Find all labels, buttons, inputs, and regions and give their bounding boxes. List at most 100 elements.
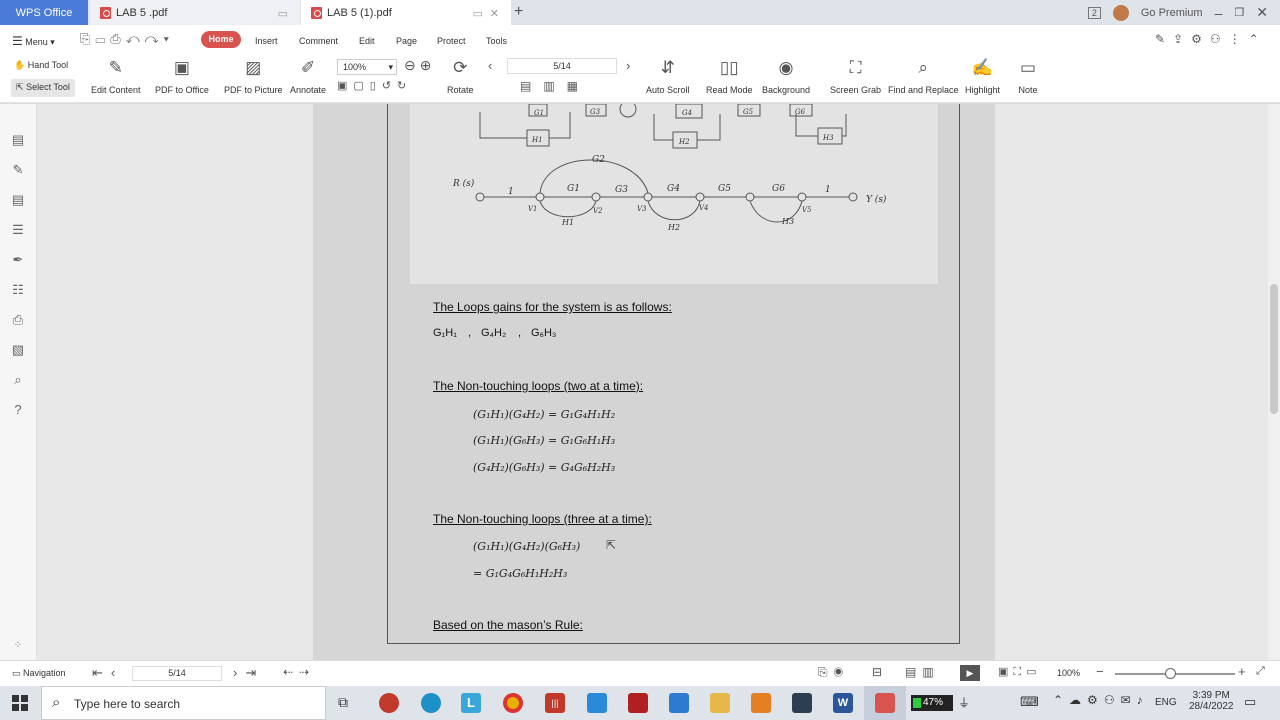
hand-tool-button[interactable]: ✋ Hand Tool bbox=[14, 60, 68, 71]
clock[interactable]: 3:39 PM 28/4/2022 bbox=[1189, 690, 1234, 712]
tab-lab5[interactable]: LAB 5 .pdf ▭ bbox=[90, 0, 300, 25]
page-input[interactable]: 5/14 bbox=[507, 58, 617, 74]
sign-icon[interactable]: ✒ bbox=[10, 252, 26, 268]
opera-icon[interactable] bbox=[379, 693, 399, 713]
tab-tools[interactable]: Tools bbox=[486, 36, 507, 46]
vertical-scrollbar[interactable] bbox=[1268, 104, 1280, 660]
tab-edit[interactable]: Edit bbox=[359, 36, 375, 46]
status-zoom[interactable]: 100% bbox=[1057, 668, 1080, 678]
tray-icons[interactable]: ⌃☁⚙⚇✉♪ bbox=[1053, 693, 1149, 707]
pdf-to-office-icon: ▣ bbox=[173, 58, 190, 77]
quick-access-icons[interactable]: ⎘▭⎙↶↷▾ bbox=[80, 31, 174, 47]
document-icon[interactable]: ▤ bbox=[10, 192, 26, 208]
zoom-slider-thumb[interactable] bbox=[1165, 668, 1176, 679]
next-last-icons[interactable]: ›⇥ bbox=[233, 665, 264, 681]
tab-comment[interactable]: Comment bbox=[299, 36, 338, 46]
edit-icon[interactable]: ✎ bbox=[10, 162, 26, 178]
edit-content-button[interactable]: ✎ Edit Content bbox=[91, 57, 141, 95]
notification-icon[interactable]: ▭ bbox=[1244, 694, 1256, 710]
outline-icon[interactable]: ☷ bbox=[10, 282, 26, 298]
edge-icon[interactable] bbox=[421, 693, 441, 713]
tab-pin-icon[interactable]: ▭ bbox=[473, 7, 483, 20]
search-icon: ⌕ bbox=[52, 694, 61, 711]
tab-page[interactable]: Page bbox=[396, 36, 417, 46]
note-button[interactable]: ▭ Note bbox=[1017, 57, 1039, 95]
battery-indicator[interactable]: 47% bbox=[911, 695, 953, 711]
bookmark-icon[interactable]: ▤ bbox=[10, 132, 26, 148]
auto-scroll-button[interactable]: ⇵ Auto Scroll bbox=[646, 57, 690, 95]
keyboard-icon[interactable]: ⌨ bbox=[1020, 694, 1039, 710]
grid-icon[interactable]: ⁘ bbox=[10, 640, 26, 656]
tab-insert[interactable]: Insert bbox=[255, 36, 278, 46]
matlab-icon[interactable] bbox=[751, 693, 771, 713]
find-replace-button[interactable]: ⌕ Find and Replace bbox=[888, 57, 959, 95]
app-icon[interactable]: ||| bbox=[545, 693, 565, 713]
close-icon[interactable]: ✕ bbox=[490, 7, 499, 20]
store-icon[interactable] bbox=[587, 693, 607, 713]
zoom-in-icon[interactable]: + bbox=[1238, 664, 1246, 679]
window-count-badge[interactable]: 2 bbox=[1087, 6, 1101, 19]
layout-icons[interactable]: ▤▥ bbox=[905, 665, 940, 679]
annotate-button[interactable]: ✐ Annotate bbox=[290, 57, 326, 95]
language-indicator[interactable]: ENG bbox=[1155, 697, 1177, 708]
restore-icon[interactable]: ❐ bbox=[1234, 6, 1244, 19]
l-app-icon[interactable]: L bbox=[461, 693, 481, 713]
tab-pin-icon[interactable]: ▭ bbox=[278, 7, 288, 20]
windows-start-icon[interactable] bbox=[12, 695, 28, 711]
view-icons[interactable]: ▣▢▯↺↻ bbox=[337, 79, 412, 92]
list-icon[interactable]: ☰ bbox=[10, 222, 26, 238]
word-icon[interactable]: W bbox=[833, 693, 853, 713]
next-page-icon[interactable]: › bbox=[626, 58, 630, 73]
new-tab-button[interactable]: + bbox=[514, 3, 523, 21]
prev-page-icon[interactable]: ‹ bbox=[488, 58, 492, 73]
status-page-input[interactable]: 5/14 bbox=[132, 666, 222, 681]
folder-icon[interactable] bbox=[710, 693, 730, 713]
app-icon[interactable] bbox=[792, 693, 812, 713]
attachment-icon[interactable]: ▧ bbox=[10, 342, 26, 358]
zoom-icons[interactable]: ⊖⊕ bbox=[404, 57, 435, 74]
page-mode-icons[interactable]: ▤▥▦ bbox=[520, 79, 590, 93]
acrobat-icon[interactable] bbox=[628, 693, 648, 713]
find-icon[interactable]: ⌕ bbox=[10, 372, 26, 388]
tab-wps-office[interactable]: WPS Office bbox=[0, 0, 88, 25]
back-forward-icons[interactable]: ⇠⇢ bbox=[283, 665, 315, 679]
avatar[interactable] bbox=[1112, 4, 1129, 21]
minimize-icon[interactable]: – bbox=[1215, 5, 1223, 21]
fullscreen-icon[interactable]: ⤢ bbox=[1256, 665, 1265, 678]
share-icons[interactable]: ✎⇪⚙⚇⋮⌃ bbox=[1155, 32, 1267, 46]
close-window-icon[interactable]: ✕ bbox=[1256, 4, 1268, 21]
select-tool-button[interactable]: ⇱ Select Tool bbox=[11, 79, 75, 97]
play-icon[interactable]: ▶ bbox=[960, 665, 980, 681]
zoom-out-icon[interactable]: − bbox=[1096, 664, 1104, 679]
screen-grab-button[interactable]: ⛶ Screen Grab bbox=[830, 57, 881, 95]
g-label: G5 bbox=[718, 184, 731, 194]
chrome-icon[interactable] bbox=[503, 693, 523, 713]
edit-content-label: Edit Content bbox=[91, 85, 141, 95]
mail-icon[interactable] bbox=[669, 693, 689, 713]
highlight-icon: ✍ bbox=[971, 58, 994, 77]
help-icon[interactable]: ? bbox=[10, 402, 26, 418]
tab-lab5-copy[interactable]: LAB 5 (1).pdf ▭ ✕ bbox=[301, 0, 511, 25]
scroll-thumb[interactable] bbox=[1270, 284, 1278, 414]
taskbar-search[interactable]: ⌕ Type here to search bbox=[41, 686, 326, 720]
background-button[interactable]: ◉ Background bbox=[762, 57, 810, 95]
pdf-to-picture-button[interactable]: ▨ PDF to Picture bbox=[224, 57, 283, 95]
pdf-to-office-button[interactable]: ▣ PDF to Office bbox=[155, 57, 209, 95]
first-prev-icons[interactable]: ⇤‹ bbox=[92, 665, 123, 681]
fit-width-icon[interactable]: ⊟ bbox=[872, 665, 882, 679]
rotate-button[interactable]: ⟳ Rotate bbox=[447, 57, 474, 95]
tab-home[interactable]: Home bbox=[201, 31, 241, 48]
print-icon[interactable]: ⎙ bbox=[10, 312, 26, 328]
go-premium-button[interactable]: Go Premium bbox=[1141, 7, 1203, 19]
zoom-mode-icons[interactable]: ▣⛶▭ bbox=[998, 665, 1042, 679]
task-view-icon[interactable]: ⧉ bbox=[338, 694, 348, 711]
separator: , bbox=[518, 327, 522, 339]
menu-button[interactable]: ☰ Menu ▾ bbox=[12, 34, 55, 48]
navigation-button[interactable]: ▭ Navigation bbox=[12, 668, 66, 679]
zoom-select[interactable]: 100% ▾ bbox=[337, 59, 397, 75]
view-control-icons[interactable]: ⎘◉ bbox=[818, 665, 849, 680]
wps-taskbar-item[interactable] bbox=[864, 686, 906, 720]
tab-protect[interactable]: Protect bbox=[437, 36, 466, 46]
highlight-button[interactable]: ✍ Highlight bbox=[965, 57, 1000, 95]
read-mode-button[interactable]: ▯▯ Read Mode bbox=[706, 57, 753, 95]
